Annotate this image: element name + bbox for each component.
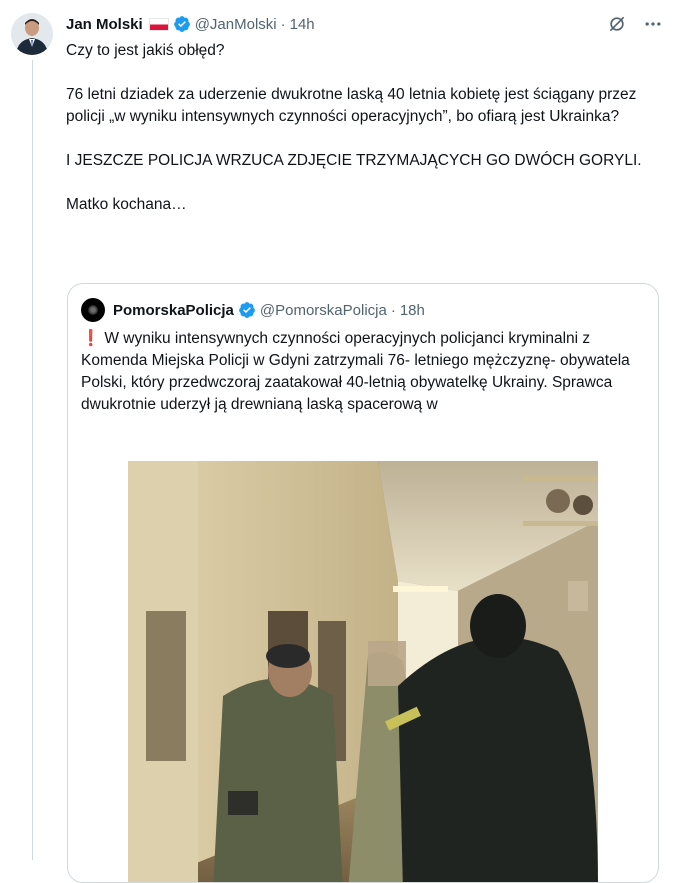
tweet-line: Matko kochana… — [66, 196, 187, 213]
quoted-text-body: W wyniku intensywnych czynności operacyj… — [81, 330, 630, 413]
tweet[interactable]: Jan Molski @JanMolski · 14h Czy to jest … — [0, 0, 683, 883]
separator-dot: · — [390, 301, 396, 319]
exclamation-icon: ❗ — [81, 330, 101, 347]
verified-badge-icon[interactable] — [238, 301, 256, 319]
tweet-line: I JESZCZE POLICJA WRZUCA ZDJĘCIE TRZYMAJ… — [66, 152, 642, 169]
tweet-text: Czy to jest jakiś obłęd? 76 letni dziade… — [66, 40, 656, 216]
author-name[interactable]: Jan Molski — [66, 16, 143, 33]
timestamp[interactable]: 14h — [290, 16, 315, 33]
tweet-header: Jan Molski @JanMolski · 14h — [66, 13, 315, 35]
more-icon[interactable] — [643, 14, 663, 34]
tweet-line: Czy to jest jakiś obłęd? — [66, 42, 225, 59]
quoted-tweet-text: ❗ W wyniku intensywnych czynności operacy… — [81, 328, 651, 416]
quoted-photo[interactable] — [128, 461, 598, 882]
quoted-timestamp[interactable]: 18h — [400, 302, 425, 319]
quoted-author-handle[interactable]: @PomorskaPolicja — [260, 302, 387, 319]
verified-badge-icon[interactable] — [173, 15, 191, 33]
quoted-tweet[interactable]: PomorskaPolicja @PomorskaPolicja · 18h ❗… — [67, 283, 659, 883]
tweet-line: 76 letni dziadek za uderzenie dwukrotne … — [66, 86, 637, 125]
poland-flag-icon — [148, 17, 169, 31]
separator-dot: · — [280, 15, 286, 33]
author-handle[interactable]: @JanMolski — [195, 16, 277, 33]
grok-icon[interactable] — [607, 14, 627, 34]
quoted-avatar[interactable] — [81, 298, 105, 322]
tweet-actions — [607, 14, 663, 34]
thread-line — [32, 60, 33, 860]
quoted-tweet-header: PomorskaPolicja @PomorskaPolicja · 18h — [81, 298, 425, 322]
quoted-author-name[interactable]: PomorskaPolicja — [113, 302, 234, 319]
avatar[interactable] — [11, 13, 53, 55]
